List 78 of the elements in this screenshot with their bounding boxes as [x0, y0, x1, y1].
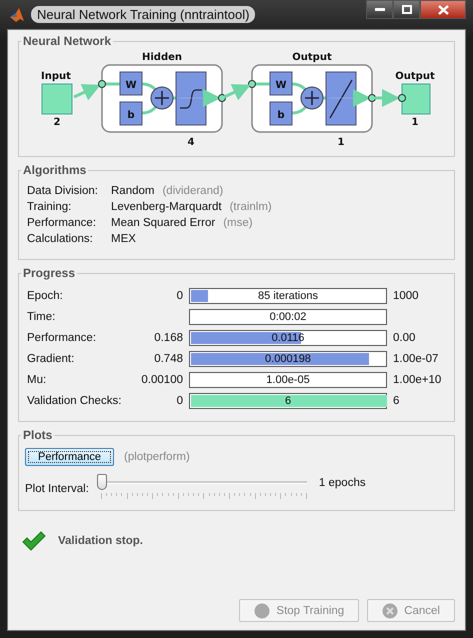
function-name: (plotperform) — [124, 451, 190, 463]
field-value: Levenberg-Marquardt — [111, 201, 222, 213]
weight-label: W — [124, 80, 136, 91]
end-value: 6 — [393, 395, 400, 407]
input-label: Input — [40, 71, 70, 82]
progress-label: Mu: — [27, 374, 48, 386]
start-value: 0.00100 — [141, 374, 183, 386]
plot-interval-slider[interactable] — [96, 474, 307, 500]
group-title: Algorithms — [22, 163, 88, 177]
plot-interval-label: Plot Interval: — [25, 482, 89, 495]
node-dot — [368, 94, 376, 102]
bias-block — [119, 102, 142, 126]
connector-arrow — [374, 89, 400, 107]
connector-arrow — [222, 84, 250, 100]
node-dot — [98, 80, 106, 88]
start-value: 0 — [176, 395, 183, 407]
connector-arrow — [72, 84, 100, 100]
node-dot — [398, 94, 406, 102]
start-value: 0.168 — [154, 332, 183, 344]
group-title: Neural Network — [22, 34, 112, 48]
bias-block — [269, 102, 292, 126]
end-value: 1.00e-07 — [393, 353, 438, 365]
sum-icon — [300, 86, 323, 110]
group-title: Progress — [22, 266, 76, 280]
status-message: Validation stop. — [58, 535, 143, 547]
layer-title: Output — [292, 52, 332, 63]
weight-block — [269, 72, 292, 96]
field-label: Calculations: — [27, 233, 94, 245]
sum-icon — [150, 86, 173, 110]
field-value: Random — [111, 185, 154, 197]
connector-arrow — [202, 89, 220, 107]
size-label: 1 — [337, 137, 344, 148]
weight-label: W — [274, 80, 286, 91]
output-block — [401, 84, 430, 114]
end-value: 1.00e+10 — [393, 374, 442, 386]
maximize-button[interactable] — [393, 0, 420, 19]
progress-label: Time: — [27, 311, 56, 323]
progress-label: Gradient: — [27, 353, 76, 365]
progress-label: Performance: — [27, 332, 98, 344]
function-name: (dividerand) — [162, 185, 224, 197]
field-label: Training: — [27, 201, 72, 213]
progress-text: 0.000198 — [264, 352, 312, 366]
output-label: Output — [394, 71, 434, 82]
progress-label: Validation Checks: — [27, 395, 122, 407]
group-title: Plots — [22, 428, 54, 442]
size-label: 4 — [187, 137, 194, 148]
window-title: Neural Network Training (nntraintool) — [31, 6, 256, 23]
function-name: (trainlm) — [230, 201, 272, 213]
input-block — [41, 84, 72, 114]
close-icon — [438, 4, 448, 14]
end-value: 0.00 — [393, 332, 416, 344]
stop-icon — [254, 602, 270, 618]
progress-text: 85 iterations — [257, 289, 319, 303]
interval-reading: 1 epochs — [318, 476, 366, 489]
performance-plot-button[interactable]: Performance — [25, 448, 114, 466]
function-name: (mse) — [223, 217, 253, 229]
minimize-icon — [374, 8, 384, 12]
bias-label: b — [126, 110, 134, 121]
field-value: MEX — [111, 233, 136, 245]
size-label: 2 — [53, 117, 60, 128]
bias-label: b — [276, 110, 284, 121]
start-value: 0 — [176, 290, 183, 302]
field-value: Mean Squared Error — [111, 217, 216, 229]
size-label: 1 — [411, 117, 418, 128]
layer-title: Hidden — [142, 52, 182, 63]
maximize-icon — [402, 5, 412, 14]
start-value: 0.748 — [154, 353, 183, 365]
connector-arrow — [352, 89, 370, 107]
field-label: Data Division: — [27, 185, 99, 197]
progress-label: Epoch: — [27, 290, 64, 302]
cancel-icon — [382, 602, 398, 618]
app-icon — [9, 6, 25, 22]
minimize-button[interactable] — [366, 0, 393, 19]
weight-block — [119, 72, 142, 96]
close-button[interactable] — [420, 0, 466, 19]
progress-text: 6 — [284, 394, 292, 408]
end-value: 1000 — [393, 290, 419, 302]
field-label: Performance: — [27, 217, 98, 229]
